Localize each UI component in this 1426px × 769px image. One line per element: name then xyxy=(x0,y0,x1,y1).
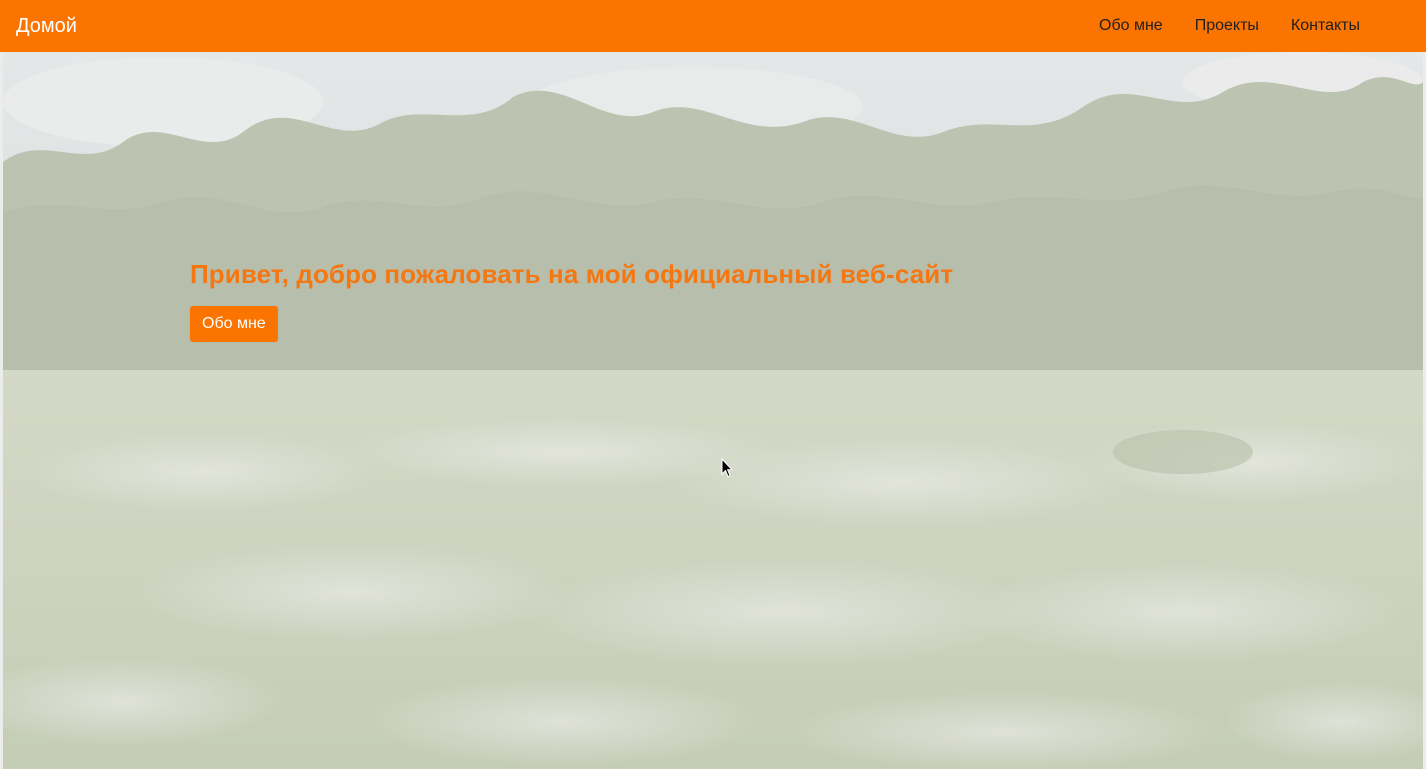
nav-link-about[interactable]: Обо мне xyxy=(1099,17,1163,35)
background-overlay xyxy=(3,52,1423,769)
home-link[interactable]: Домой xyxy=(16,15,77,38)
hero-section: Привет, добро пожаловать на мой официаль… xyxy=(3,52,1423,769)
nav-link-projects[interactable]: Проекты xyxy=(1195,17,1259,35)
hero-content: Привет, добро пожаловать на мой официаль… xyxy=(190,259,953,342)
about-me-button[interactable]: Обо мне xyxy=(190,306,278,342)
mouse-cursor-icon xyxy=(721,458,733,478)
nav-links: Обо мне Проекты Контакты xyxy=(1067,17,1360,35)
nav-link-contacts[interactable]: Контакты xyxy=(1291,17,1360,35)
top-navbar: Домой Обо мне Проекты Контакты xyxy=(0,0,1426,52)
hero-title: Привет, добро пожаловать на мой официаль… xyxy=(190,259,954,289)
